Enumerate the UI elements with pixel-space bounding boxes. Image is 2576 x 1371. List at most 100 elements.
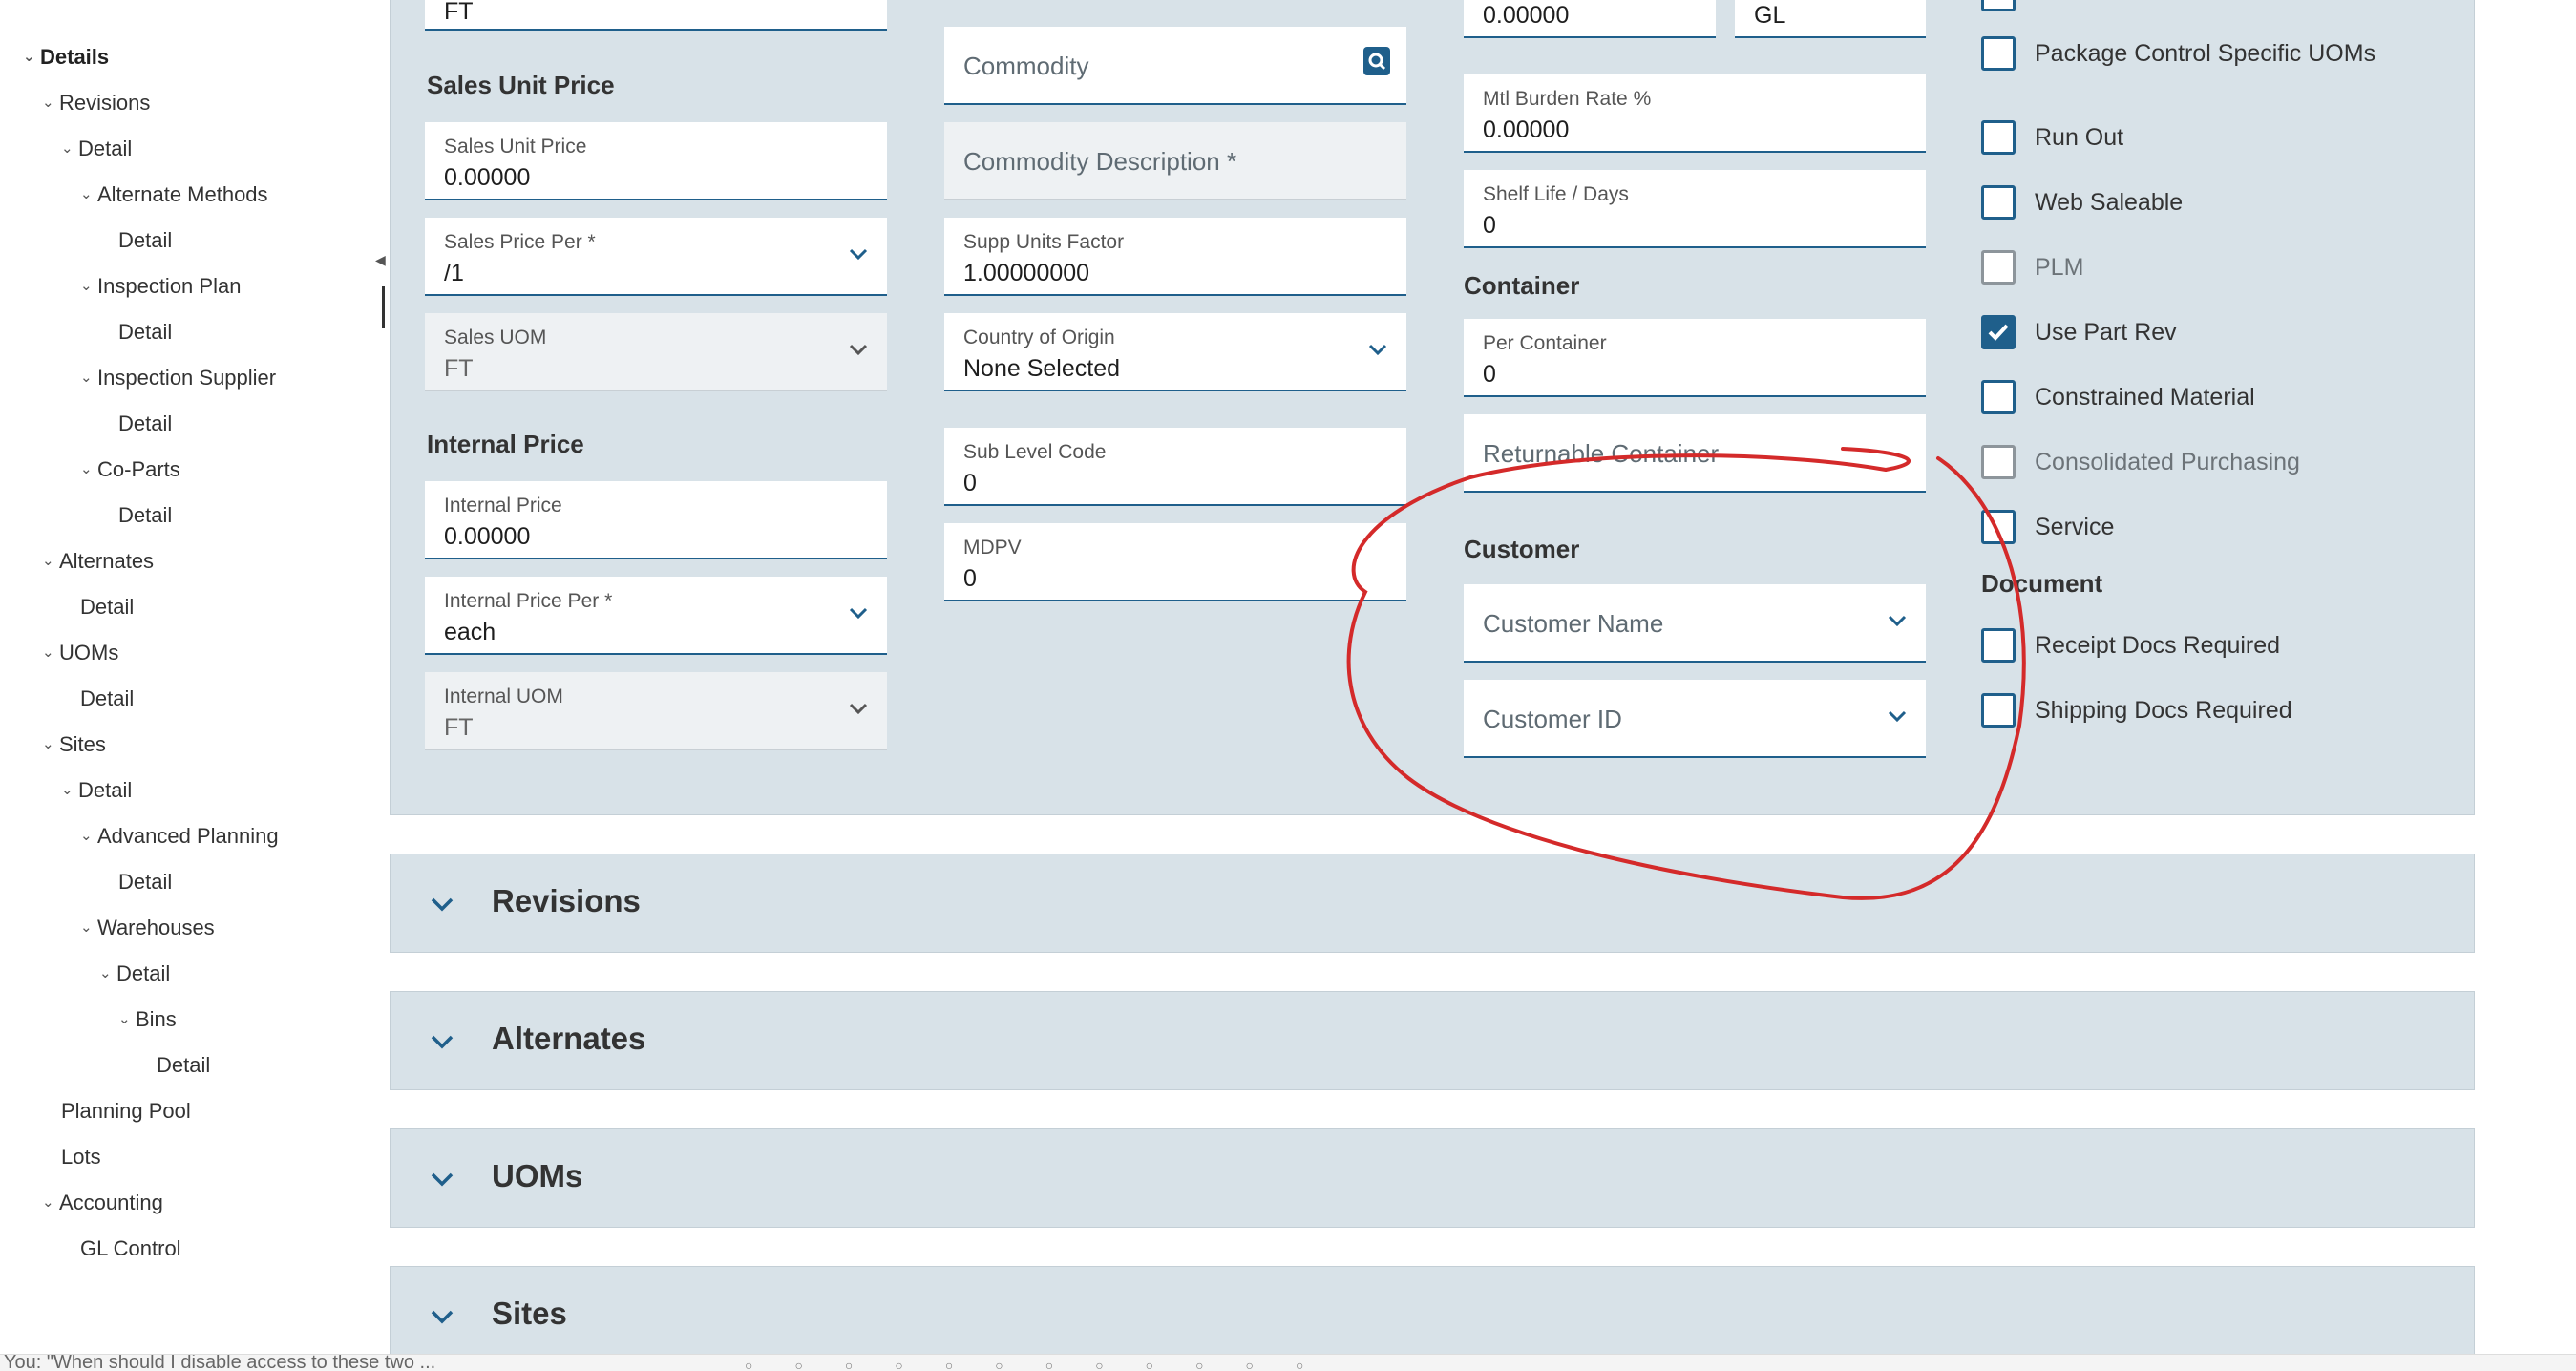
checkbox-shipping-docs-required[interactable]: Shipping Docs Required bbox=[1981, 693, 2459, 731]
chevron-down-icon: ⌄ bbox=[42, 736, 54, 752]
mdpv-field[interactable]: MDPV 0 bbox=[944, 523, 1406, 601]
country-of-origin-select[interactable]: Country of Origin None Selected bbox=[944, 313, 1406, 391]
top-gl-select[interactable]: GL bbox=[1735, 0, 1926, 38]
tree-item-alternate-methods-detail[interactable]: Detail bbox=[118, 221, 172, 260]
chevron-down-icon bbox=[429, 1166, 455, 1192]
chevron-down-icon: ⌄ bbox=[80, 278, 93, 294]
tree-item-bins-detail[interactable]: Detail bbox=[157, 1046, 210, 1085]
checkbox-use-part-rev[interactable]: Use Part Rev bbox=[1981, 315, 2459, 353]
tree-item-sites-detail[interactable]: ⌄ Detail bbox=[61, 771, 132, 810]
shelf-life-days-field[interactable]: Shelf Life / Days 0 bbox=[1464, 170, 1926, 248]
chevron-down-icon: ⌄ bbox=[80, 369, 93, 386]
checkbox-hidden-top[interactable] bbox=[1981, 0, 2459, 15]
chevron-down-icon: ⌄ bbox=[118, 1011, 131, 1027]
internal-uom-select[interactable]: Internal UOM FT bbox=[425, 672, 887, 750]
checkbox-box[interactable] bbox=[1981, 120, 2016, 155]
collapse-tree-icon[interactable]: ◀ bbox=[375, 252, 386, 268]
tree-item-alternates-detail[interactable]: Detail bbox=[80, 588, 134, 626]
sub-level-code-field[interactable]: Sub Level Code 0 bbox=[944, 428, 1406, 506]
container-heading: Container bbox=[1464, 271, 1580, 300]
tree-item-warehouses[interactable]: ⌄ Warehouses bbox=[80, 909, 215, 947]
checkbox-box[interactable] bbox=[1981, 315, 2016, 349]
tree-item-alternate-methods[interactable]: ⌄ Alternate Methods bbox=[80, 176, 268, 214]
tree-item-sites[interactable]: ⌄ Sites bbox=[42, 726, 106, 764]
tree-item-alternates[interactable]: ⌄ Alternates bbox=[42, 542, 154, 580]
sales-uom-select[interactable]: Sales UOM FT bbox=[425, 313, 887, 391]
chevron-down-icon bbox=[1886, 609, 1909, 632]
checkbox-box[interactable] bbox=[1981, 0, 2016, 11]
tree-item-planning-pool[interactable]: Planning Pool bbox=[61, 1092, 191, 1130]
per-container-field[interactable]: Per Container 0 bbox=[1464, 319, 1926, 397]
mtl-burden-rate-field[interactable]: Mtl Burden Rate % 0.00000 bbox=[1464, 74, 1926, 153]
customer-name-select[interactable]: Customer Name bbox=[1464, 584, 1926, 663]
chevron-down-icon bbox=[847, 243, 870, 265]
navigation-tree: ⌄ Details ⌄ Revisions ⌄ Detail ⌄ Alternate M… bbox=[0, 0, 372, 1356]
checkbox-box[interactable] bbox=[1981, 185, 2016, 220]
tree-item-accounting[interactable]: ⌄ Accounting bbox=[42, 1184, 163, 1222]
tree-item-inspection-supplier-detail[interactable]: Detail bbox=[118, 405, 172, 443]
drawing-toolbar-icons[interactable]: ○○○○○○○○○○○○ bbox=[745, 1358, 1345, 1371]
checkbox-constrained-material[interactable]: Constrained Material bbox=[1981, 380, 2459, 418]
chevron-down-icon bbox=[429, 891, 455, 918]
chevron-down-icon bbox=[429, 1303, 455, 1330]
sales-price-per-select[interactable]: Sales Price Per * /1 bbox=[425, 218, 887, 296]
tree-item-warehouses-detail[interactable]: ⌄ Detail bbox=[99, 955, 170, 993]
chevron-down-icon bbox=[847, 697, 870, 720]
checkbox-box[interactable] bbox=[1981, 628, 2016, 663]
checkbox-box[interactable] bbox=[1981, 380, 2016, 414]
chevron-down-icon bbox=[1886, 705, 1909, 728]
chevron-down-icon: ⌄ bbox=[80, 461, 93, 477]
tree-item-inspection-supplier[interactable]: ⌄ Inspection Supplier bbox=[80, 359, 276, 397]
tree-item-co-parts-detail[interactable]: Detail bbox=[118, 496, 172, 535]
accordion-alternates[interactable]: Alternates bbox=[390, 991, 2475, 1090]
chevron-down-icon: ⌄ bbox=[42, 553, 54, 569]
checkbox-box[interactable] bbox=[1981, 510, 2016, 544]
tree-resize-handle[interactable] bbox=[382, 286, 385, 328]
tree-item-lots[interactable]: Lots bbox=[61, 1138, 101, 1176]
checkbox-receipt-docs-required[interactable]: Receipt Docs Required bbox=[1981, 628, 2459, 666]
checkbox-package-control-specific-uoms[interactable]: Package Control Specific UOMs bbox=[1981, 36, 2459, 74]
chevron-down-icon: ⌄ bbox=[42, 1194, 54, 1211]
details-panel: FT Sales Unit Price Sales Unit Price 0.0… bbox=[390, 0, 2475, 815]
returnable-container-field[interactable]: Returnable Container bbox=[1464, 414, 1926, 493]
chevron-down-icon: ⌄ bbox=[23, 49, 35, 65]
checkbox-service[interactable]: Service bbox=[1981, 510, 2459, 548]
checkbox-box[interactable] bbox=[1981, 36, 2016, 71]
sales-unit-price-field[interactable]: Sales Unit Price 0.00000 bbox=[425, 122, 887, 200]
supp-units-factor-field[interactable]: Supp Units Factor 1.00000000 bbox=[944, 218, 1406, 296]
chevron-down-icon: ⌄ bbox=[61, 140, 74, 157]
tree-item-gl-control[interactable]: GL Control bbox=[80, 1230, 181, 1268]
accordion-sites[interactable]: Sites bbox=[390, 1266, 2475, 1365]
chevron-down-icon: ⌄ bbox=[42, 644, 54, 661]
tree-item-bins[interactable]: ⌄ Bins bbox=[118, 1001, 177, 1039]
commodity-field[interactable]: Commodity bbox=[944, 27, 1406, 105]
accordion-uoms[interactable]: UOMs bbox=[390, 1128, 2475, 1228]
tree-item-uoms[interactable]: ⌄ UOMs bbox=[42, 634, 118, 672]
tree-item-revision-detail[interactable]: ⌄ Detail bbox=[61, 130, 132, 168]
commodity-description-field[interactable]: Commodity Description * bbox=[944, 122, 1406, 200]
tree-item-uoms-detail[interactable]: Detail bbox=[80, 680, 134, 718]
accordion-revisions[interactable]: Revisions bbox=[390, 854, 2475, 953]
chevron-down-icon bbox=[847, 338, 870, 361]
tree-item-details[interactable]: ⌄ Details bbox=[23, 38, 109, 76]
chevron-down-icon bbox=[847, 601, 870, 624]
internal-price-per-select[interactable]: Internal Price Per * each bbox=[425, 577, 887, 655]
tree-item-advanced-planning-detail[interactable]: Detail bbox=[118, 863, 172, 901]
customer-heading: Customer bbox=[1464, 535, 1580, 563]
tree-item-advanced-planning[interactable]: ⌄ Advanced Planning bbox=[80, 817, 279, 855]
customer-id-select[interactable]: Customer ID bbox=[1464, 680, 1926, 758]
top-value-field[interactable]: 0.00000 bbox=[1464, 0, 1716, 38]
tree-item-co-parts[interactable]: ⌄ Co-Parts bbox=[80, 451, 180, 489]
checkbox-box bbox=[1981, 250, 2016, 285]
internal-price-field[interactable]: Internal Price 0.00000 bbox=[425, 481, 887, 559]
checkbox-web-saleable[interactable]: Web Saleable bbox=[1981, 185, 2459, 223]
checkbox-box[interactable] bbox=[1981, 693, 2016, 728]
chevron-down-icon: ⌄ bbox=[61, 782, 74, 798]
tree-item-inspection-plan-detail[interactable]: Detail bbox=[118, 313, 172, 351]
top-uom-field[interactable]: FT bbox=[425, 0, 887, 31]
search-icon[interactable] bbox=[1362, 46, 1391, 76]
chevron-down-icon bbox=[429, 1028, 455, 1055]
checkbox-run-out[interactable]: Run Out bbox=[1981, 120, 2459, 158]
tree-item-revisions[interactable]: ⌄ Revisions bbox=[42, 84, 150, 122]
tree-item-inspection-plan[interactable]: ⌄ Inspection Plan bbox=[80, 267, 241, 306]
